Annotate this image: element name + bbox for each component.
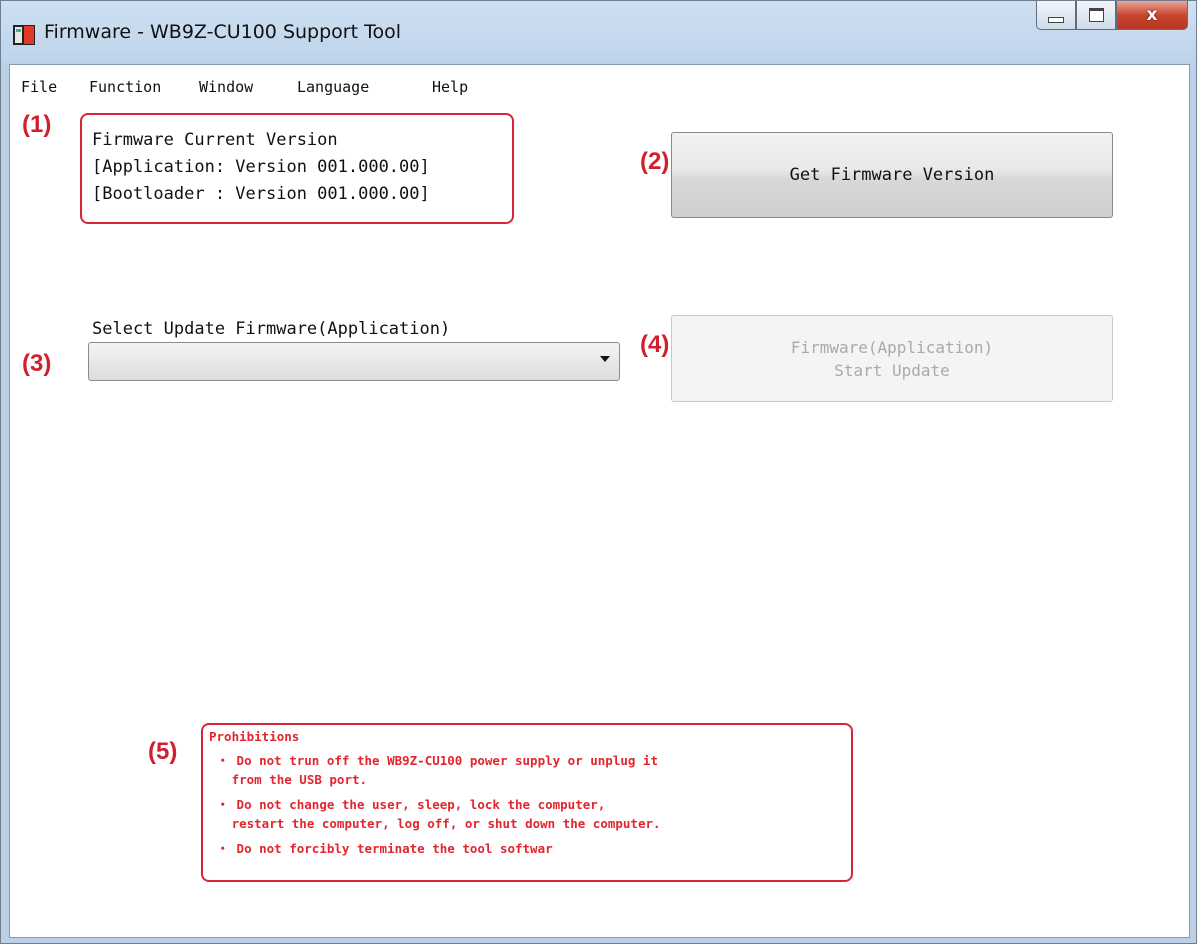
maximize-icon — [1088, 8, 1104, 22]
dropdown-arrow-icon[interactable] — [600, 356, 610, 362]
prohibition-line-5: ・ Do not forcibly terminate the tool sof… — [209, 841, 553, 856]
prohibitions-title: Prohibitions — [209, 729, 300, 744]
callout-5: (5) — [148, 738, 178, 765]
maximize-button[interactable] — [1076, 1, 1116, 30]
caption-buttons: x — [1036, 1, 1188, 31]
get-firmware-version-label: Get Firmware Version — [789, 165, 995, 185]
client-area: File Function Window Language Help (1) F… — [9, 64, 1190, 938]
start-update-label-line2: Start Update — [834, 360, 950, 380]
bootloader-version: [Bootloader : Version 001.000.00] — [92, 184, 430, 204]
firmware-version-heading: Firmware Current Version — [92, 130, 338, 150]
menu-window[interactable]: Window — [199, 78, 253, 96]
update-firmware-dropdown[interactable] — [88, 342, 620, 381]
start-update-label-line1: Firmware(Application) — [790, 337, 994, 357]
title-bar[interactable]: Firmware - WB9Z-CU100 Support Tool x — [1, 1, 1196, 63]
callout-4: (4) — [640, 331, 670, 358]
close-button[interactable]: x — [1116, 1, 1188, 30]
prohibition-line-2: from the USB port. — [209, 772, 368, 787]
menu-help[interactable]: Help — [432, 78, 468, 96]
menu-file[interactable]: File — [21, 78, 57, 96]
select-update-label: Select Update Firmware(Application) — [92, 319, 451, 339]
prohibition-line-4: restart the computer, log off, or shut d… — [209, 816, 661, 831]
get-firmware-version-button[interactable]: Get Firmware Version — [671, 132, 1113, 218]
application-version: [Application: Version 001.000.00] — [92, 157, 430, 177]
menu-language[interactable]: Language — [297, 78, 369, 96]
app-icon — [13, 25, 35, 45]
callout-3: (3) — [22, 350, 52, 377]
close-icon: x — [1146, 5, 1158, 25]
minimize-icon — [1048, 17, 1064, 23]
app-window: Firmware - WB9Z-CU100 Support Tool x Fil… — [0, 0, 1197, 944]
callout-2: (2) — [640, 148, 670, 175]
callout-1: (1) — [22, 111, 52, 138]
window-title: Firmware - WB9Z-CU100 Support Tool — [44, 21, 401, 43]
menu-function[interactable]: Function — [89, 78, 161, 96]
prohibition-line-3: ・ Do not change the user, sleep, lock th… — [209, 797, 606, 812]
prohibition-line-1: ・ Do not trun off the WB9Z-CU100 power s… — [209, 753, 658, 768]
start-update-button[interactable]: Firmware(Application) Start Update — [671, 315, 1113, 402]
menu-bar: File Function Window Language Help — [10, 65, 1189, 105]
minimize-button[interactable] — [1036, 1, 1076, 30]
